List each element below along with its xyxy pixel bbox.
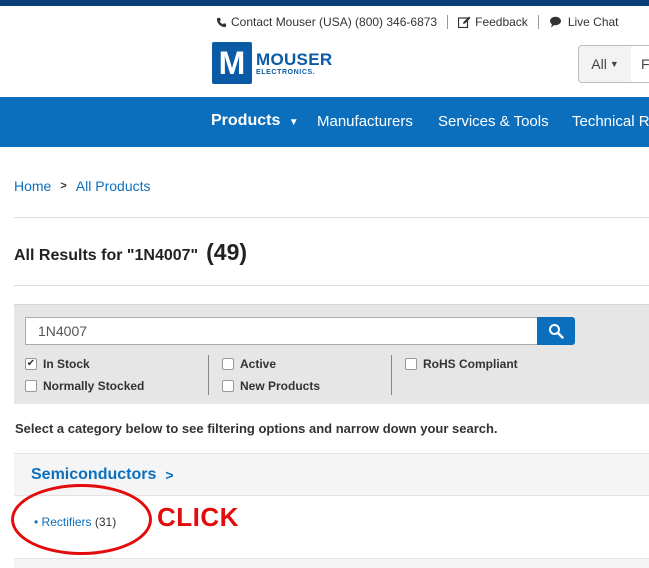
search-button[interactable] [537,317,575,345]
category-name: Semiconductors [31,466,157,483]
live-chat-link[interactable]: Live Chat [549,15,619,29]
checkmark-icon: ✔ [25,358,37,370]
phone-icon [216,17,227,27]
checkbox-box [222,380,234,392]
active-label: Active [240,357,277,371]
caret-down-icon: ▼ [288,117,299,128]
nav-services-tools[interactable]: Services & Tools [438,113,549,130]
category-instructions: Select a category below to see filtering… [15,421,498,436]
rohs-compliant-label: RoHS Compliant [423,357,518,371]
edit-icon [458,16,471,28]
logo-sub: ELECTRONICS. [256,68,316,76]
active-checkbox[interactable]: Active [222,357,276,371]
results-label: All Results for "1N4007" [14,247,199,264]
header-search-input[interactable]: F [631,45,649,83]
feedback-link[interactable]: Feedback [458,15,528,29]
divider [447,15,449,29]
next-category-header [14,558,649,568]
logo-mark: M [212,42,252,84]
in-stock-label: In Stock [43,357,90,371]
rohs-compliant-checkbox[interactable]: RoHS Compliant [405,357,518,371]
normally-stocked-checkbox[interactable]: Normally Stocked [25,379,144,393]
chevron-right-icon: > [60,180,67,192]
top-stripe [0,0,649,6]
contact-link[interactable]: Contact Mouser (USA) (800) 346-6873 [216,15,437,29]
main-nav: Products ▼ Manufacturers Services & Tool… [0,97,649,147]
mouser-logo[interactable]: M MOUSER ELECTRONICS. [212,42,332,84]
chat-bubble-icon [549,16,561,28]
refine-search-input[interactable]: 1N4007 [25,317,538,345]
checkbox-box [222,358,234,370]
chevron-down-icon: ▼ [609,59,619,69]
search-scope-select[interactable]: All ▼ [578,45,632,83]
logo-letter: M [218,45,246,81]
filter-panel: 1N4007 ✔ In Stock Normally Stocked Activ… [14,304,649,404]
search-scope-value: All [591,56,607,72]
annotation-circle [11,484,152,555]
results-count: (49) [206,239,248,265]
checkbox-box [405,358,417,370]
category-semiconductors-link[interactable]: Semiconductors > [31,466,174,484]
nav-products[interactable]: Products ▼ [211,112,299,130]
utility-bar: Contact Mouser (USA) (800) 346-6873 Feed… [216,14,619,30]
results-heading: All Results for "1N4007" (49) [14,239,247,266]
logo-brand: MOUSER [256,49,333,69]
logo-wordmark: MOUSER ELECTRONICS. [256,51,332,76]
divider [14,217,649,218]
contact-text: Contact Mouser (USA) (800) 346-6873 [231,15,438,29]
normally-stocked-label: Normally Stocked [43,379,145,393]
in-stock-checkbox[interactable]: ✔ In Stock [25,357,90,371]
new-products-label: New Products [240,379,321,393]
nav-products-label: Products [211,112,281,129]
annotation-label: CLICK [157,502,239,532]
divider [391,355,392,395]
live-chat-text: Live Chat [567,15,619,29]
divider [14,285,649,286]
divider [208,355,209,395]
nav-manufacturers[interactable]: Manufacturers [317,113,413,130]
breadcrumb: Home > All Products [14,178,151,194]
breadcrumb-home[interactable]: Home [14,178,51,194]
breadcrumb-all-products[interactable]: All Products [76,178,151,194]
chevron-right-icon: > [165,467,174,483]
search-icon [549,324,564,339]
new-products-checkbox[interactable]: New Products [222,379,320,393]
checkbox-box [25,380,37,392]
divider [537,15,539,29]
feedback-text: Feedback [475,15,528,29]
nav-technical-resources[interactable]: Technical Re [572,113,649,130]
